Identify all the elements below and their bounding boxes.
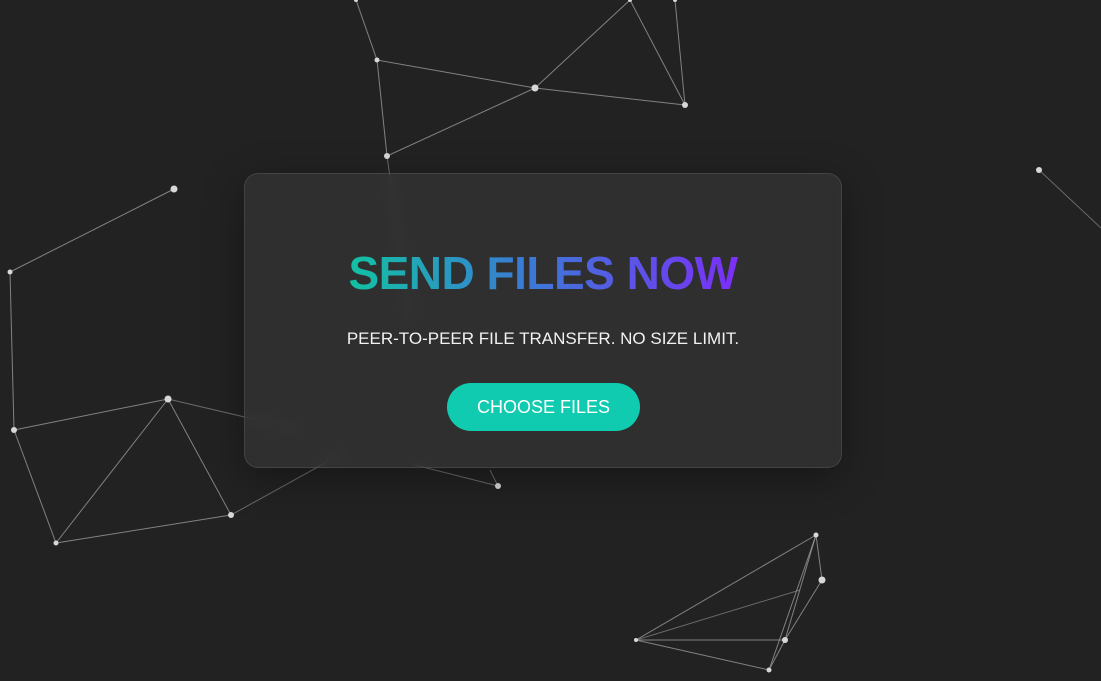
network-edge	[376, 59, 536, 89]
network-node	[170, 185, 178, 193]
network-node	[682, 102, 688, 108]
network-node	[782, 637, 788, 643]
network-edge	[386, 87, 536, 157]
network-edge	[9, 271, 15, 431]
network-edge	[768, 639, 786, 671]
tagline: PEER-TO-PEER FILE TRANSFER. NO SIZE LIMI…	[346, 329, 740, 348]
network-edge	[768, 534, 817, 671]
network-node	[11, 427, 17, 433]
network-node	[374, 57, 380, 63]
network-edge	[784, 579, 823, 641]
network-edge	[9, 188, 175, 273]
page-title-text: SEND FILES NOW	[348, 247, 738, 299]
network-node	[354, 0, 358, 2]
network-node	[228, 512, 234, 518]
network-node	[1036, 167, 1042, 173]
network-node	[53, 540, 59, 546]
network-node	[634, 638, 638, 642]
network-node	[766, 667, 772, 673]
choose-files-button[interactable]: CHOOSE FILES	[447, 383, 640, 431]
network-edge	[815, 534, 823, 581]
page-title: SEND FILES NOW	[245, 250, 841, 296]
network-edge	[167, 398, 232, 516]
network-edge	[355, 0, 378, 61]
network-node	[164, 395, 172, 403]
network-edge	[635, 589, 801, 641]
network-edge	[1038, 169, 1101, 229]
network-node	[7, 269, 13, 275]
network-edge	[534, 0, 631, 89]
network-edge	[635, 534, 817, 641]
network-node	[818, 576, 826, 584]
network-edge	[13, 398, 169, 431]
network-edge	[55, 514, 232, 544]
network-edge	[534, 87, 686, 106]
network-node	[673, 0, 677, 2]
network-edge	[376, 59, 388, 157]
network-edge	[13, 429, 57, 544]
network-node	[384, 153, 390, 159]
network-node	[813, 532, 819, 538]
network-node	[531, 84, 539, 92]
network-node	[495, 483, 501, 489]
hero-card: SEND FILES NOW PEER-TO-PEER FILE TRANSFE…	[244, 173, 842, 468]
network-edge	[635, 639, 770, 671]
network-edge	[55, 398, 169, 544]
network-edge	[414, 464, 499, 487]
